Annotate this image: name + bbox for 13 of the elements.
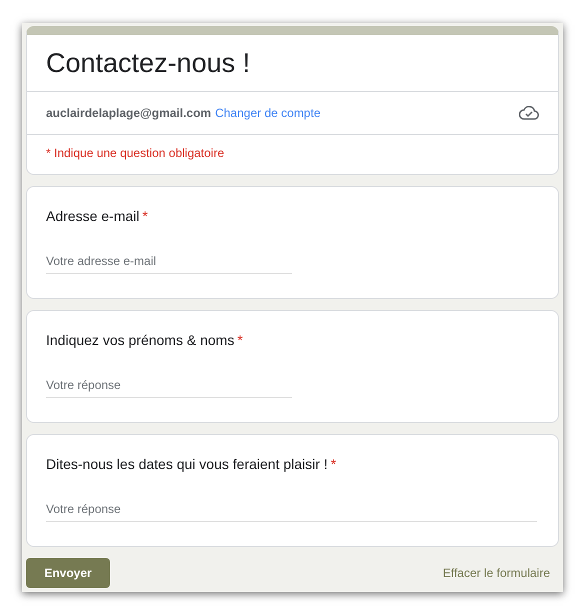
clear-form-button[interactable]: Effacer le formulaire <box>436 565 556 581</box>
switch-account-link[interactable]: Changer de compte <box>215 106 320 120</box>
question-label: Adresse e-mail * <box>46 208 149 224</box>
answer-field[interactable]: Votre réponse <box>46 498 537 522</box>
form-title: Contactez-nous ! <box>45 47 252 80</box>
cloud-check-icon <box>519 106 539 120</box>
answer-field[interactable]: Votre réponse <box>46 374 292 398</box>
question-label: Indiquez vos prénoms & noms * <box>46 332 244 348</box>
account-email: auclairdelaplage@gmail.com <box>46 106 212 120</box>
submit-button[interactable]: Envoyer <box>26 558 110 588</box>
required-note: * Indique une question obligatoire <box>27 134 558 174</box>
answer-field[interactable]: Votre adresse e-mail <box>46 250 292 274</box>
question-label: Dites-nous les dates qui vous feraient plaisir ! * <box>46 456 338 472</box>
